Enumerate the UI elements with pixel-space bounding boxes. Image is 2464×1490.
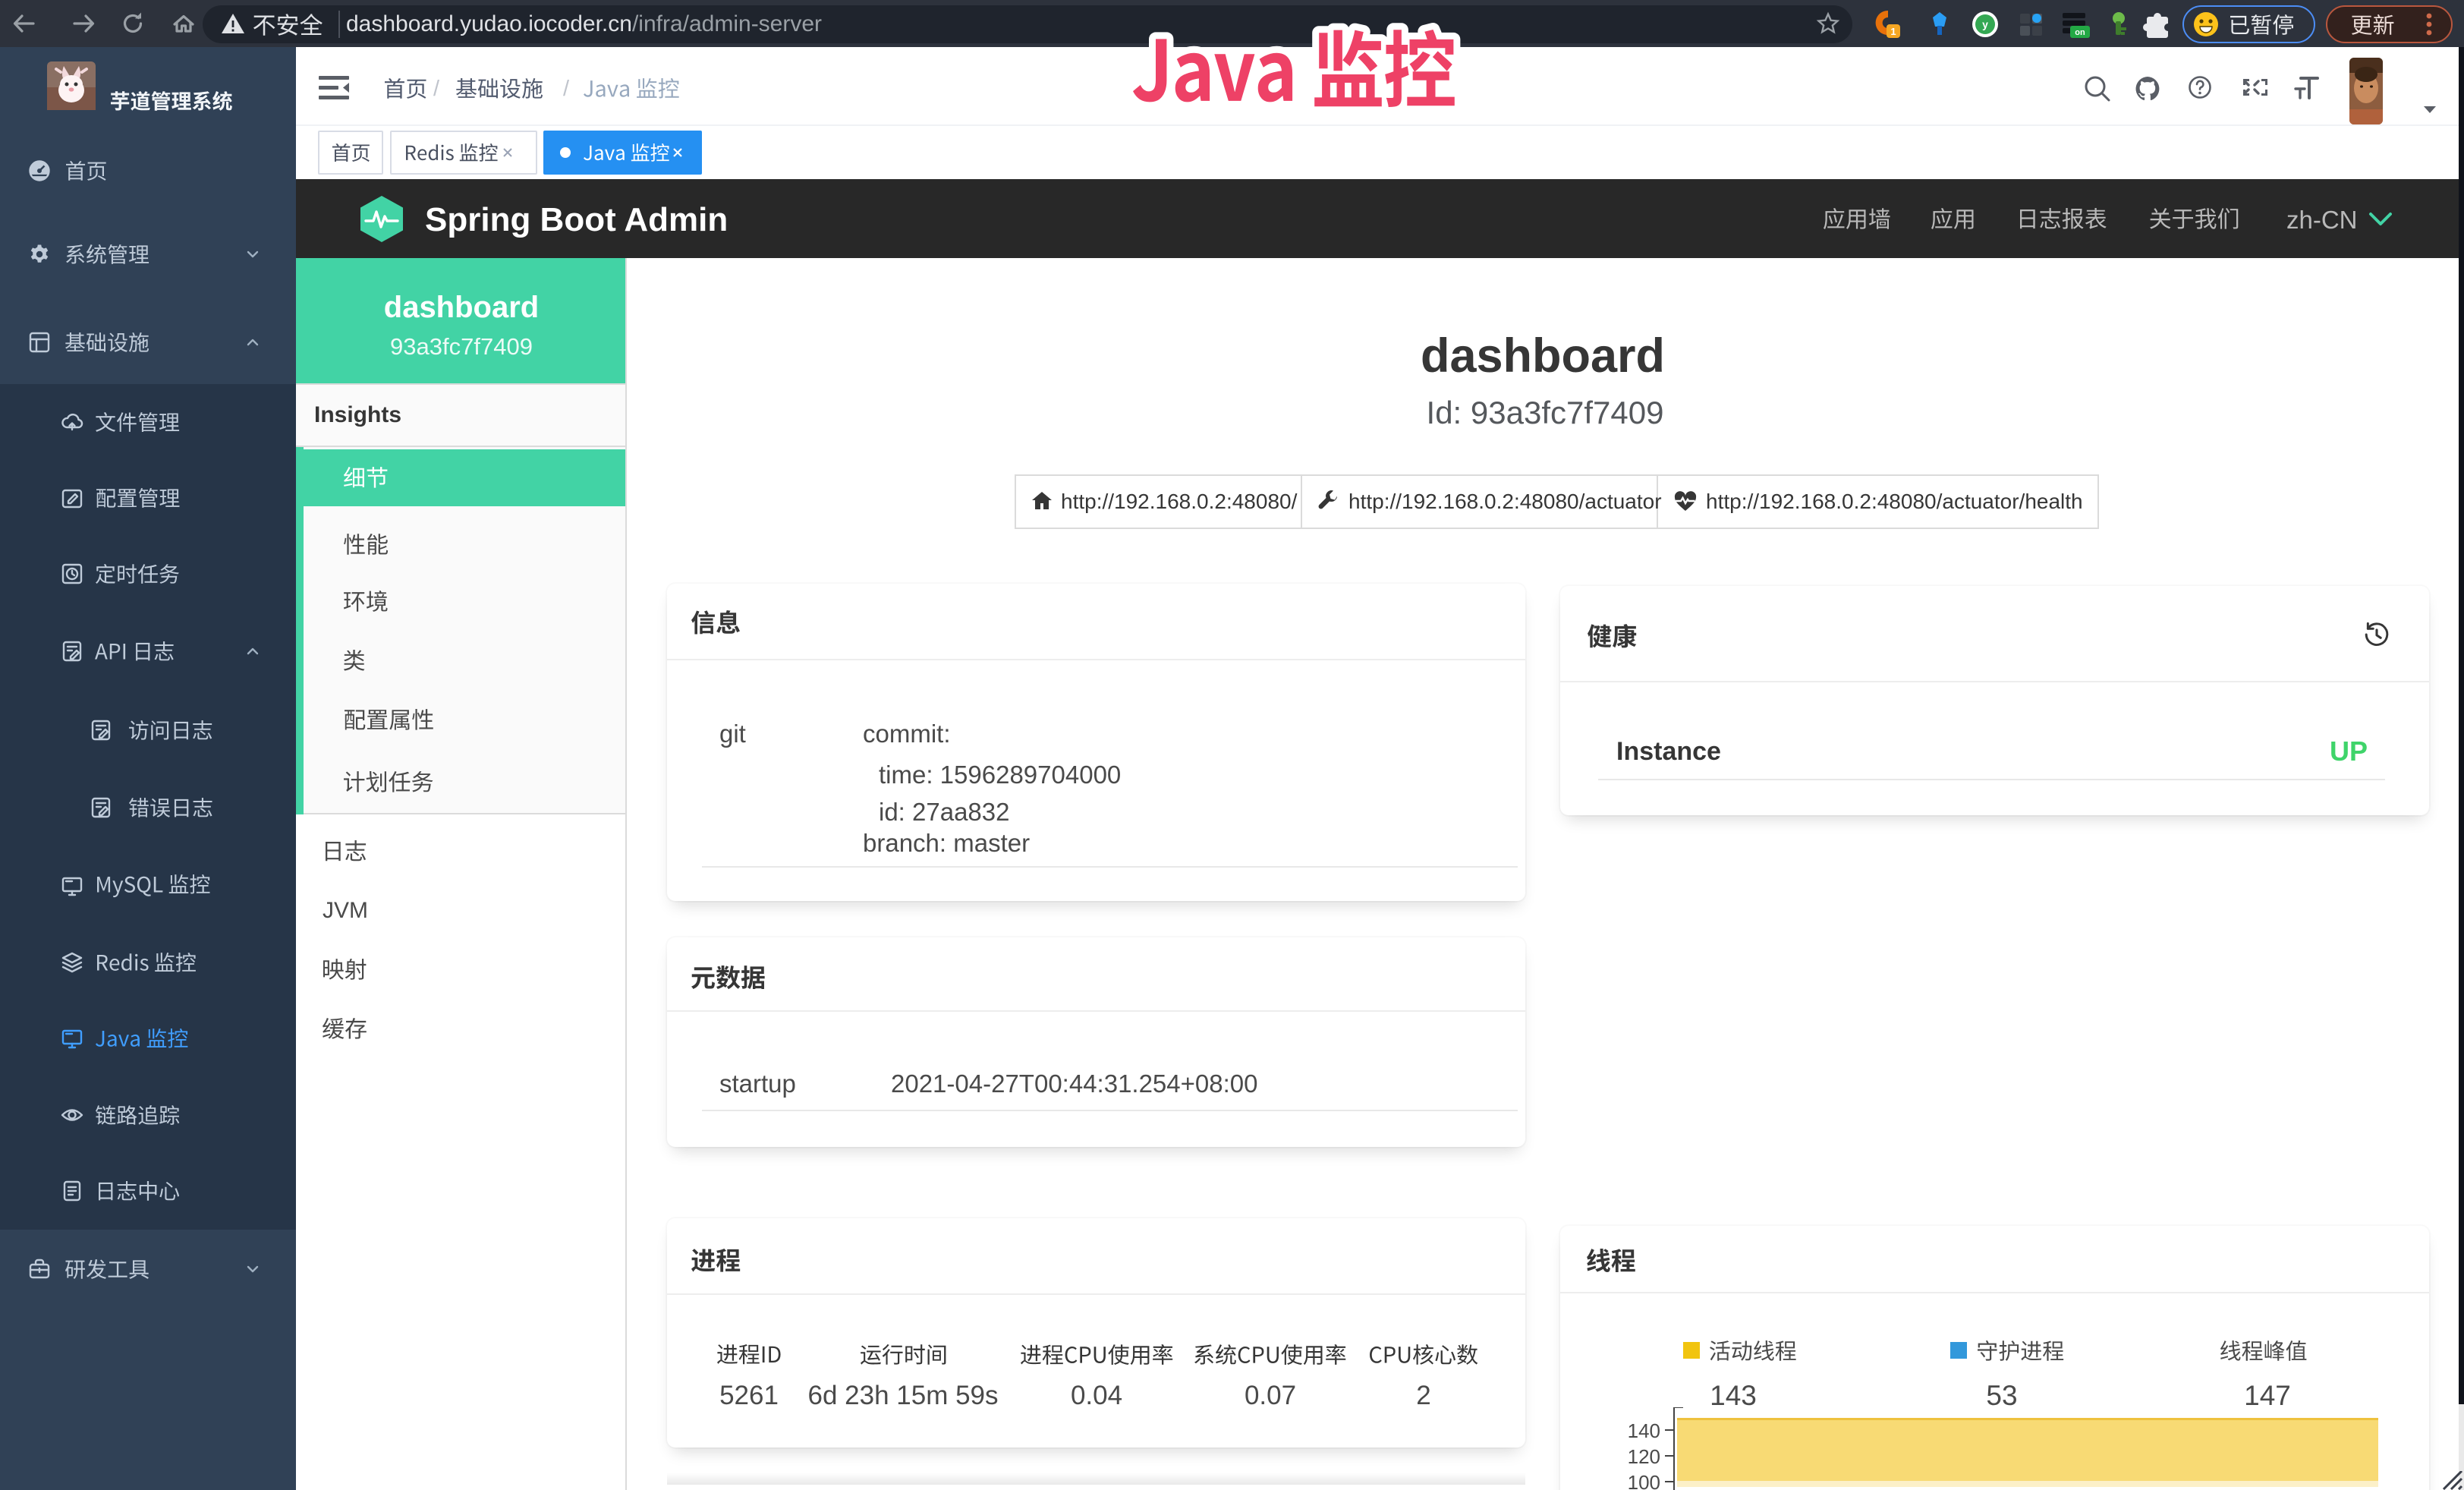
svg-text:on: on: [2075, 28, 2085, 37]
svg-text:y: y: [1982, 18, 1988, 30]
svg-text:1: 1: [1890, 26, 1896, 37]
